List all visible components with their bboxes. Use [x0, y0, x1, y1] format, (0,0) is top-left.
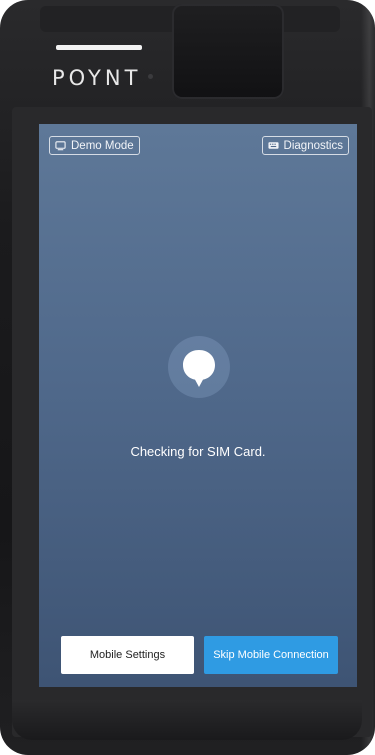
demo-mode-label: Demo Mode [71, 139, 134, 152]
demo-mode-button[interactable]: Demo Mode [49, 136, 140, 155]
keyboard-icon [268, 142, 279, 149]
device-chin [12, 700, 362, 740]
device-speaker [56, 45, 142, 50]
skip-mobile-connection-button[interactable]: Skip Mobile Connection [204, 636, 338, 674]
device-screen: Demo Mode Diagnostics Checking for SIM C… [39, 124, 357, 687]
poynt-terminal: POYNT Demo Mode Diagnostics Checking for… [0, 0, 375, 755]
brand-logo: POYNT [52, 66, 142, 90]
monitor-icon [55, 141, 66, 151]
mobile-settings-button[interactable]: Mobile Settings [61, 636, 194, 674]
diagnostics-label: Diagnostics [283, 139, 343, 152]
diagnostics-button[interactable]: Diagnostics [261, 136, 349, 155]
status-led [148, 74, 153, 79]
card-reader-slot [172, 4, 284, 99]
status-icon-halo [168, 336, 230, 398]
chat-bubble-icon [183, 350, 215, 387]
status-message: Checking for SIM Card. [130, 444, 266, 459]
